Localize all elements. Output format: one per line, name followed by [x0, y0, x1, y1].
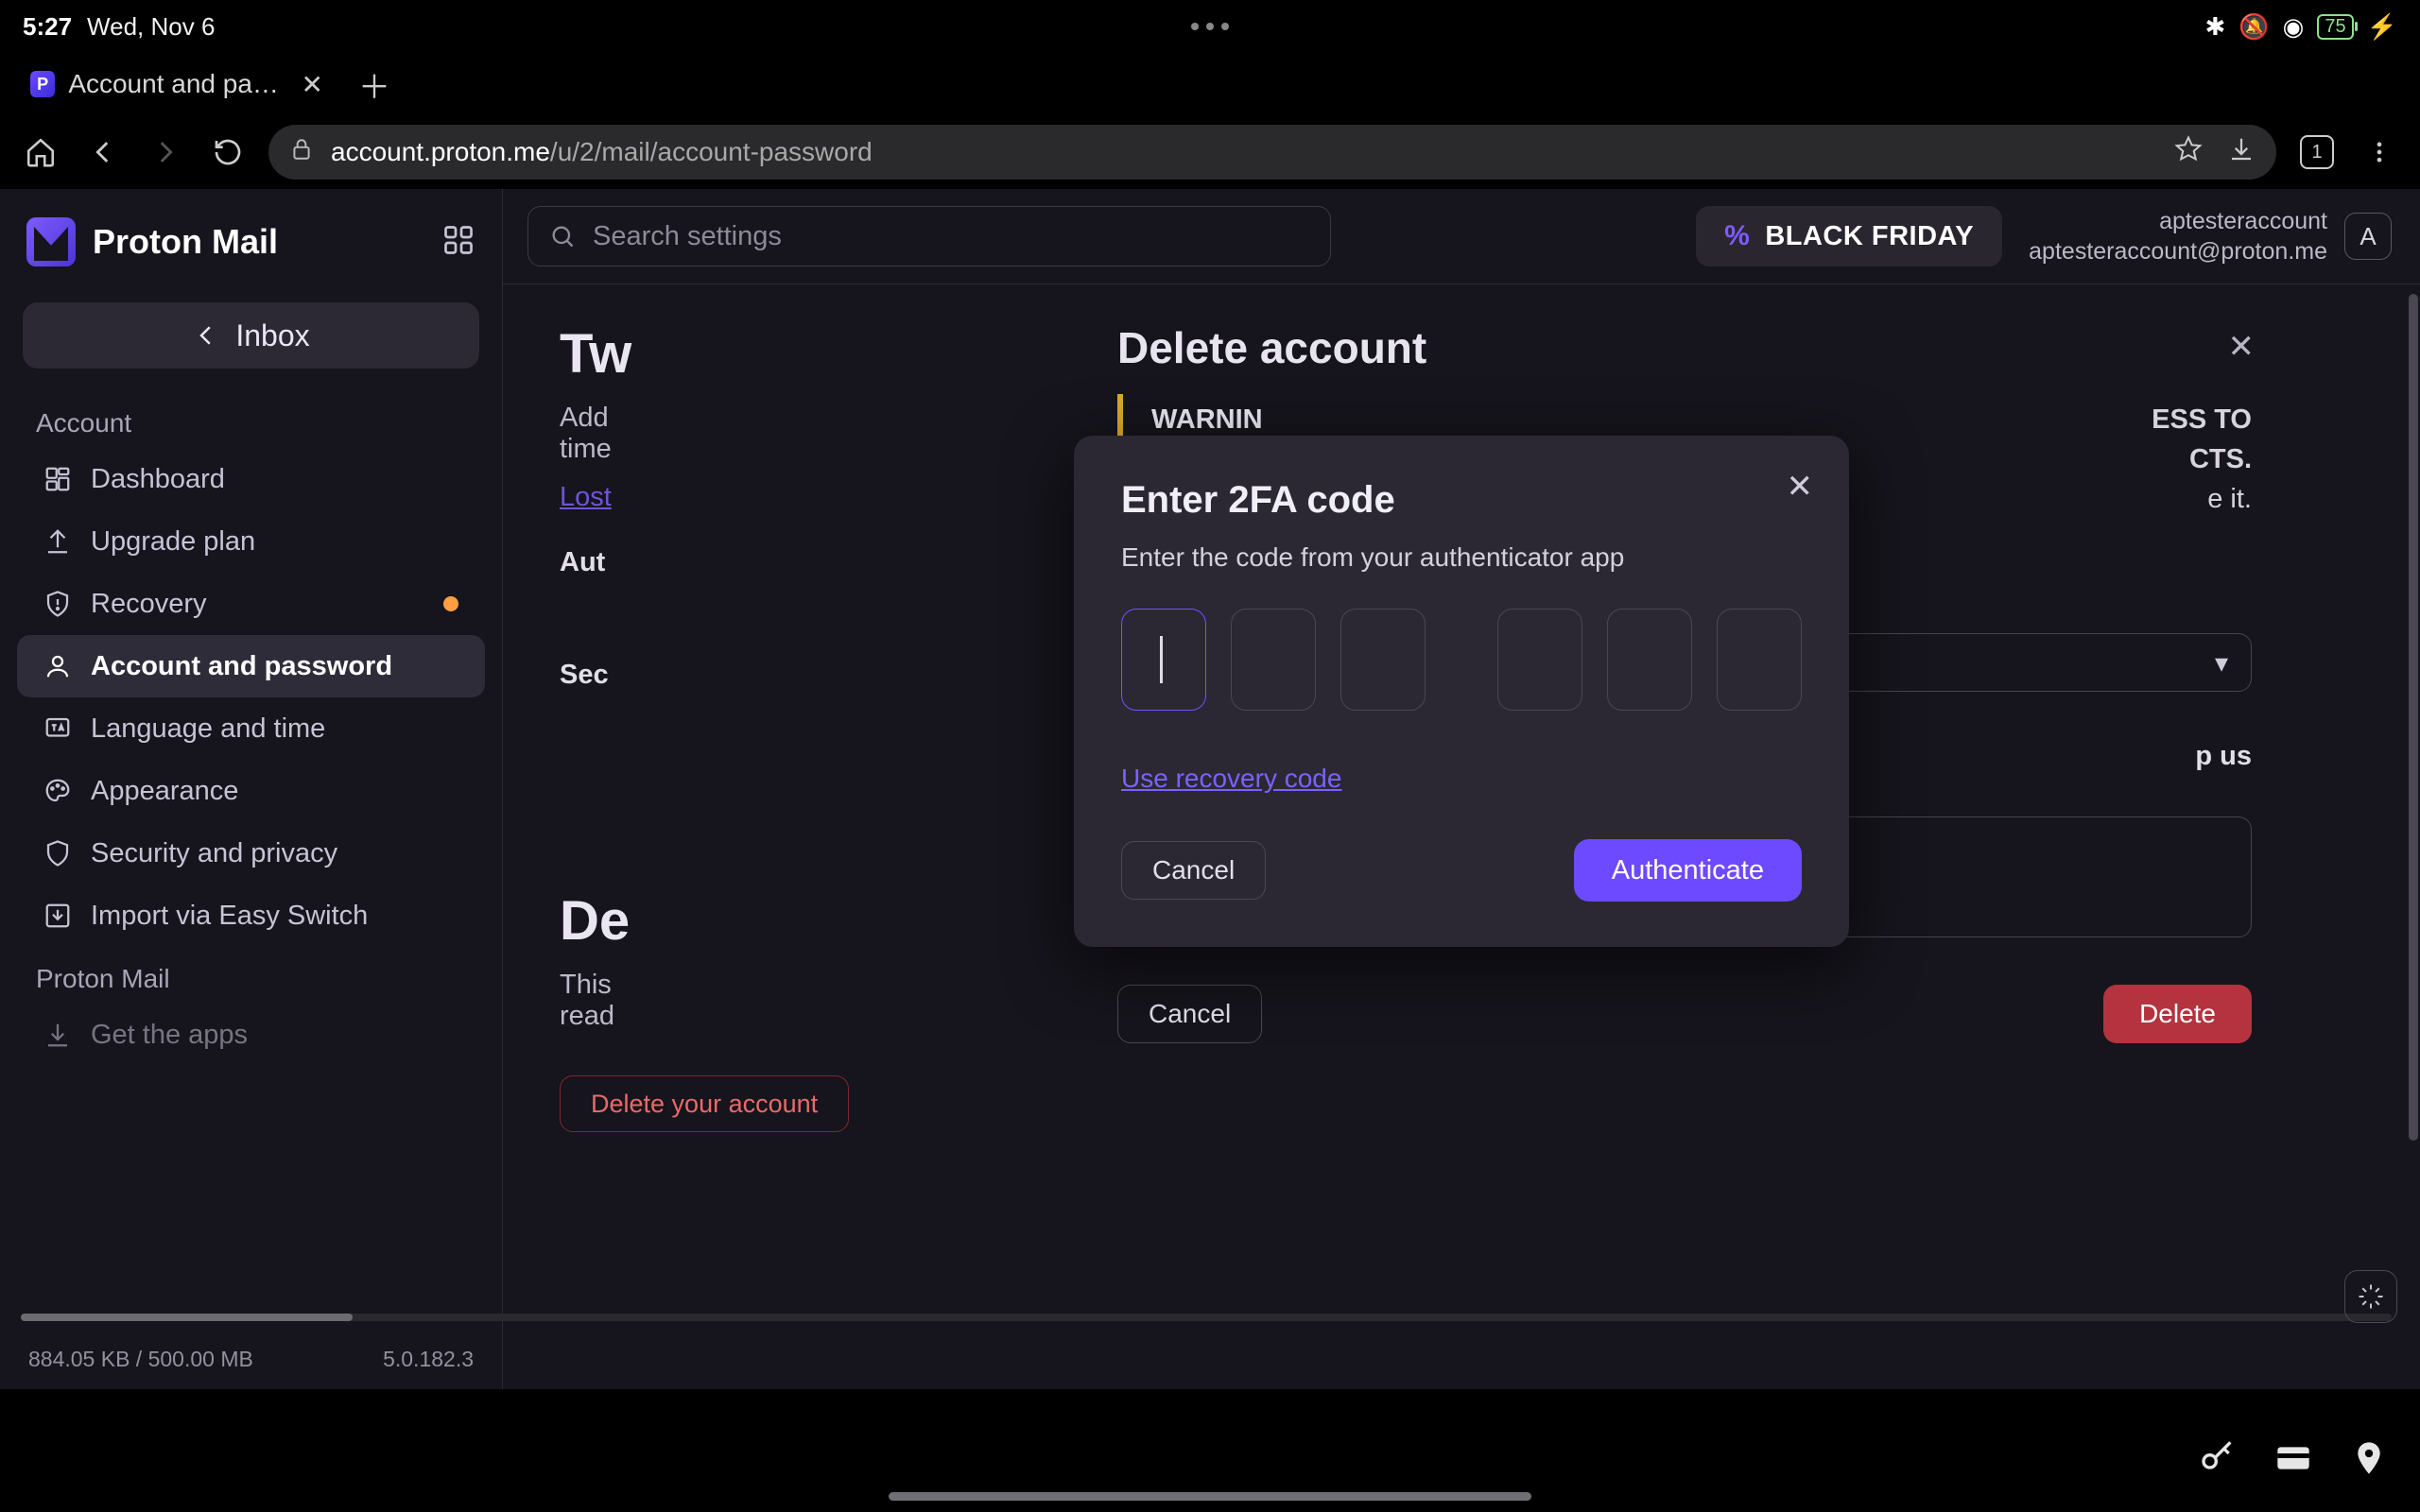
card-icon[interactable]: [2274, 1439, 2312, 1482]
tfa-modal: Enter 2FA code ✕ Enter the code from you…: [1074, 436, 1849, 947]
code-digit-1[interactable]: [1121, 609, 1206, 711]
sparkle-icon: [2357, 1282, 2385, 1311]
sidebar-item-label: Appearance: [91, 776, 238, 807]
inbox-label: Inbox: [235, 318, 309, 353]
sidebar-item-dashboard[interactable]: Dashboard: [17, 448, 485, 510]
charging-icon: ⚡: [2367, 12, 2397, 42]
tfa-authenticate-button[interactable]: Authenticate: [1574, 839, 1802, 902]
sidebar: Proton Mail Inbox Account Dashboard Upgr…: [0, 189, 503, 1389]
tab-strip: P Account and passw ✕ ＋: [0, 53, 2420, 115]
star-icon[interactable]: [2174, 135, 2203, 170]
lock-icon[interactable]: [289, 137, 314, 168]
storage-text: 884.05 KB / 500.00 MB: [28, 1347, 253, 1372]
nav-section-mail: Proton Mail: [0, 947, 502, 1004]
browser-tab[interactable]: P Account and passw ✕: [13, 59, 344, 110]
black-friday-button[interactable]: % BLACK FRIDAY: [1696, 206, 2002, 266]
code-digit-4[interactable]: [1497, 609, 1582, 711]
browser-toolbar: account.proton.me/u/2/mail/account-passw…: [0, 115, 2420, 189]
sidebar-item-label: Account and password: [91, 651, 392, 682]
sidebar-footer: 884.05 KB / 500.00 MB 5.0.182.3: [0, 1333, 502, 1389]
recovery-alert-dot-icon: [443, 596, 458, 611]
search-icon: [549, 223, 576, 249]
sidebar-item-upgrade[interactable]: Upgrade plan: [17, 510, 485, 573]
sidebar-item-label: Security and privacy: [91, 838, 337, 869]
sidebar-item-security[interactable]: Security and privacy: [17, 822, 485, 885]
back-icon[interactable]: [81, 130, 125, 174]
tab-close-icon[interactable]: ✕: [298, 69, 327, 100]
brand[interactable]: Proton Mail: [0, 208, 502, 293]
main-area: Search settings % BLACK FRIDAY aptestera…: [503, 189, 2420, 1389]
app-switcher-icon[interactable]: [441, 223, 475, 262]
sidebar-item-label: Upgrade plan: [91, 526, 255, 558]
download-icon[interactable]: [2227, 135, 2256, 170]
content: Tw Addtime Lost Aut Sec De Thisread Dele…: [503, 284, 2420, 1389]
nav-section-account: Account: [0, 391, 502, 448]
wifi-icon: ◉: [2283, 12, 2305, 42]
sidebar-item-label: Language and time: [91, 713, 325, 745]
tab-favicon: P: [30, 71, 55, 97]
code-digit-2[interactable]: [1231, 609, 1316, 711]
tfa-title: Enter 2FA code: [1121, 479, 1802, 522]
proton-logo-icon: [26, 217, 76, 266]
url-bar[interactable]: account.proton.me/u/2/mail/account-passw…: [268, 125, 2276, 180]
bluetooth-icon: ✱: [2205, 12, 2226, 42]
new-tab-button[interactable]: ＋: [354, 63, 395, 105]
sidebar-item-account-password[interactable]: Account and password: [17, 635, 485, 697]
forward-icon: [144, 130, 187, 174]
reload-icon[interactable]: [206, 130, 250, 174]
main-header: Search settings % BLACK FRIDAY aptestera…: [503, 189, 2420, 284]
tfa-cancel-button[interactable]: Cancel: [1121, 841, 1266, 900]
sidebar-item-label: Import via Easy Switch: [91, 901, 368, 932]
user-name: aptesteraccount: [2029, 206, 2327, 237]
sidebar-item-label: Dashboard: [91, 464, 225, 495]
code-digit-6[interactable]: [1717, 609, 1802, 711]
user-email: aptesteraccount@proton.me: [2029, 236, 2327, 267]
url-text: account.proton.me/u/2/mail/account-passw…: [331, 137, 873, 167]
use-recovery-code-link[interactable]: Use recovery code: [1121, 764, 1341, 794]
browser-menu-icon[interactable]: [2358, 130, 2401, 174]
black-friday-label: BLACK FRIDAY: [1765, 221, 1974, 252]
status-bar: 5:27 Wed, Nov 6 ✱ 🔕 ◉ 75 ⚡: [0, 0, 2420, 53]
user-menu[interactable]: aptesteraccount aptesteraccount@proton.m…: [2029, 206, 2392, 267]
battery-icon: 75: [2317, 14, 2353, 40]
tab-title: Account and passw: [68, 69, 284, 99]
sidebar-item-label: Recovery: [91, 589, 207, 620]
sidebar-item-get-apps[interactable]: Get the apps: [17, 1004, 485, 1066]
status-right: ✱ 🔕 ◉ 75 ⚡: [2205, 12, 2397, 42]
sidebar-item-import[interactable]: Import via Easy Switch: [17, 885, 485, 947]
search-settings-input[interactable]: Search settings: [527, 206, 1331, 266]
sidebar-item-language[interactable]: Language and time: [17, 697, 485, 760]
gesture-bar[interactable]: [889, 1492, 1531, 1501]
code-digit-3[interactable]: [1340, 609, 1426, 711]
app-frame: Proton Mail Inbox Account Dashboard Upgr…: [0, 189, 2420, 1389]
dnd-icon: 🔕: [2238, 12, 2269, 42]
sidebar-item-label: Get the apps: [91, 1020, 248, 1051]
sidebar-item-appearance[interactable]: Appearance: [17, 760, 485, 822]
version-text: 5.0.182.3: [383, 1347, 474, 1372]
code-digit-5[interactable]: [1607, 609, 1692, 711]
search-placeholder: Search settings: [593, 221, 782, 252]
inbox-button[interactable]: Inbox: [23, 302, 479, 369]
status-date: Wed, Nov 6: [87, 12, 215, 42]
key-icon[interactable]: [2199, 1439, 2237, 1482]
location-icon[interactable]: [2350, 1439, 2388, 1482]
percent-icon: %: [1724, 220, 1750, 252]
code-input-row: [1121, 609, 1802, 711]
tfa-close-icon[interactable]: ✕: [1787, 468, 1814, 506]
status-overflow[interactable]: [1191, 23, 1229, 30]
tfa-subtitle: Enter the code from your authenticator a…: [1121, 542, 1802, 573]
tab-count-button[interactable]: 1: [2295, 130, 2339, 174]
tfa-overlay: Enter 2FA code ✕ Enter the code from you…: [503, 284, 2420, 1389]
home-icon[interactable]: [19, 130, 62, 174]
avatar[interactable]: A: [2344, 213, 2392, 260]
brand-name: Proton Mail: [93, 222, 278, 262]
theme-toggle-button[interactable]: [2344, 1270, 2397, 1323]
status-time: 5:27: [23, 12, 72, 42]
sidebar-item-recovery[interactable]: Recovery: [17, 573, 485, 635]
